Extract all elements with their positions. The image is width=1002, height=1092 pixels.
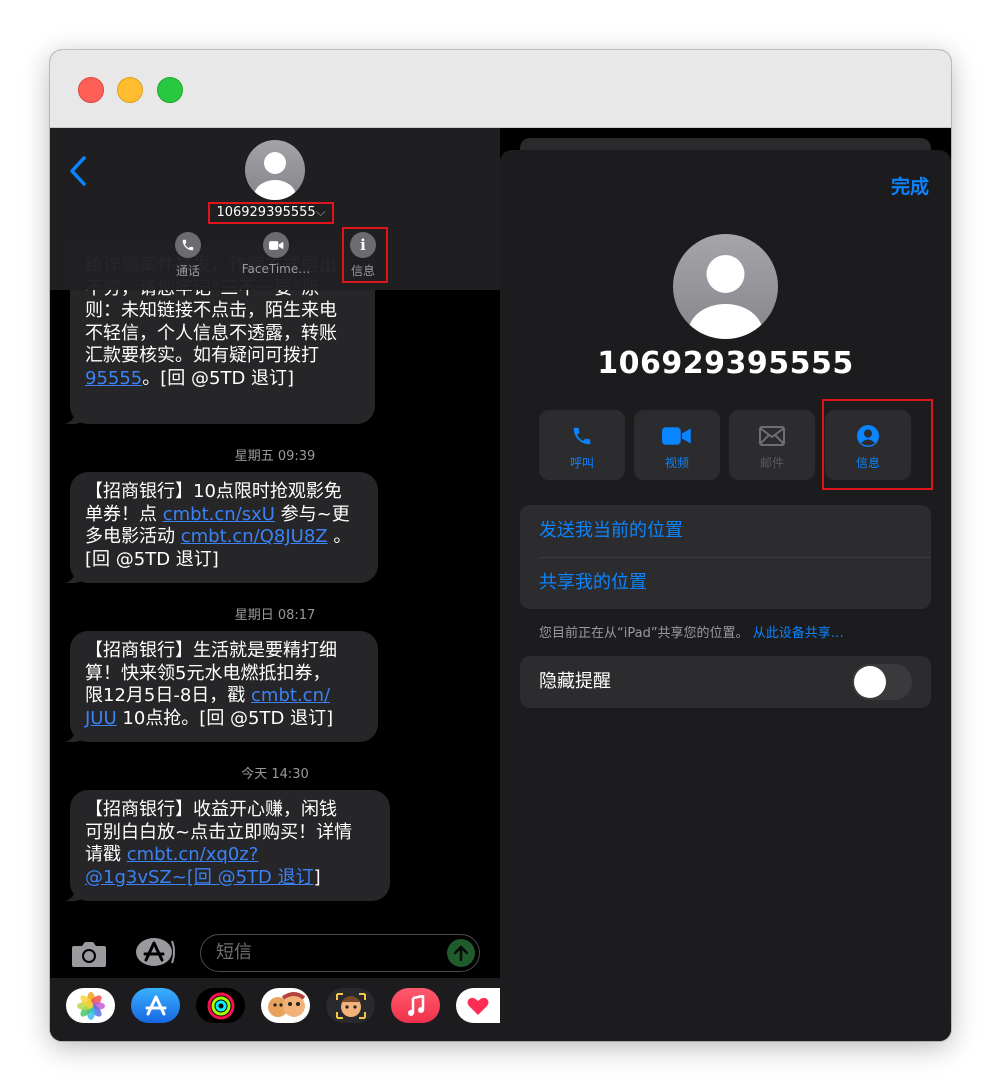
phone-icon	[175, 232, 201, 258]
location-options: 发送我当前的位置 共享我的位置	[520, 505, 931, 609]
arrow-up-icon	[454, 945, 468, 961]
call-action-label: 呼叫	[569, 456, 594, 470]
conversation-pane: 给诈骗案件高发，诈骗方式层出 不穷，请您牢记“三不一要”原 则：未知链接不点击，…	[50, 128, 500, 1041]
back-chevron-icon[interactable]	[66, 154, 90, 188]
location-footnote-text: 您目前正在从“iPad”共享您的位置。	[539, 626, 749, 641]
toggle-knob	[854, 666, 886, 698]
video-action-button[interactable]: 视频	[634, 410, 720, 480]
info-highlight-box	[342, 227, 388, 283]
timestamp: 今天 14:30	[241, 767, 309, 782]
timestamp: 星期五 09:39	[234, 449, 316, 464]
title-bar	[50, 50, 951, 128]
memoji-icon[interactable]	[261, 988, 310, 1023]
message-bubble[interactable]: 【招商银行】生活就是要精打细 算！快来领5元水电燃抵扣券， 限12月5日-8日，…	[64, 631, 378, 742]
call-action-button[interactable]: 呼叫	[539, 410, 625, 480]
memoji-stickers-icon[interactable]	[326, 988, 375, 1023]
person-icon	[688, 255, 763, 339]
hide-alerts-row: 隐藏提醒	[520, 656, 931, 708]
contact-avatar[interactable]	[245, 140, 305, 200]
activity-icon[interactable]	[196, 988, 245, 1023]
app-store-icon[interactable]	[134, 937, 176, 967]
minimize-button[interactable]	[117, 77, 143, 103]
message-text: 10点抢。[回 @5TD 退订]	[116, 707, 334, 729]
message-bubble[interactable]: 【招商银行】10点限时抢观影免 单券！点 cmbt.cn/sxU 参与~更 多电…	[64, 472, 378, 583]
contact-title: 106929395555	[597, 346, 854, 381]
message-link[interactable]: cmbt.cn/sxU	[163, 504, 275, 525]
send-location-row[interactable]: 发送我当前的位置	[520, 505, 931, 557]
done-button[interactable]: 完成	[891, 172, 929, 199]
message-link[interactable]: cmbt.cn/Q8JU8Z	[181, 526, 328, 547]
zoom-button[interactable]	[157, 77, 183, 103]
hide-alerts-label: 隐藏提醒	[539, 671, 611, 692]
call-button[interactable]: 通话	[173, 232, 203, 279]
message-input-placeholder: 短信	[216, 942, 252, 963]
contact-avatar-large	[673, 234, 778, 339]
contact-details-sheet: 完成 106929395555 呼叫 视频 邮件 信息 发送我当前的位置 共享我…	[500, 150, 951, 1041]
video-camera-icon	[263, 232, 289, 258]
facetime-label: FaceTime…	[241, 262, 311, 276]
location-footnote: 您目前正在从“iPad”共享您的位置。 从此设备共享…	[539, 622, 844, 641]
envelope-icon	[729, 422, 815, 450]
messages-window: 给诈骗案件高发，诈骗方式层出 不穷，请您牢记“三不一要”原 则：未知链接不点击，…	[50, 50, 951, 1041]
message-input[interactable]: 短信	[200, 934, 480, 972]
facetime-button[interactable]: FaceTime…	[236, 232, 316, 276]
composer-bar: 短信	[50, 928, 500, 976]
contact-name[interactable]: 106929395555⌵	[208, 202, 334, 224]
message-link[interactable]: 95555	[85, 368, 142, 389]
music-icon[interactable]	[391, 988, 440, 1023]
person-icon	[254, 152, 296, 200]
photos-icon[interactable]	[66, 988, 115, 1023]
chevron-down-icon: ⌵	[315, 205, 326, 220]
app-store-icon[interactable]	[131, 988, 180, 1023]
camera-icon[interactable]	[70, 940, 108, 968]
mail-action-button: 邮件	[729, 410, 815, 480]
timestamp: 星期日 08:17	[234, 608, 316, 623]
send-button[interactable]	[447, 939, 475, 967]
message-bubble[interactable]: 【招商银行】收益开心赚，闲钱 可别白白放~点击立即购买！详情 请戳 cmbt.c…	[64, 790, 390, 901]
hide-alerts-toggle[interactable]	[852, 664, 912, 700]
digital-touch-icon[interactable]	[456, 988, 500, 1023]
message-text: ]	[313, 866, 321, 888]
video-action-label: 视频	[664, 456, 689, 470]
video-camera-icon	[634, 422, 720, 450]
call-label: 通话	[175, 264, 200, 278]
mail-action-label: 邮件	[759, 456, 784, 470]
message-text: 。[回 @5TD 退订]	[142, 367, 295, 389]
close-button[interactable]	[78, 77, 104, 103]
details-pane: 完成 106929395555 呼叫 视频 邮件 信息 发送我当前的位置 共享我…	[500, 128, 951, 1041]
conversation-header: 106929395555⌵ 通话 FaceTime… i 信息	[50, 128, 500, 290]
share-location-row[interactable]: 共享我的位置	[520, 557, 931, 609]
app-drawer	[50, 978, 500, 1041]
info-action-highlight-box	[822, 399, 933, 490]
hide-alerts-group: 隐藏提醒	[520, 656, 931, 708]
phone-icon	[539, 422, 625, 450]
share-from-device-link[interactable]: 从此设备共享…	[753, 626, 844, 641]
